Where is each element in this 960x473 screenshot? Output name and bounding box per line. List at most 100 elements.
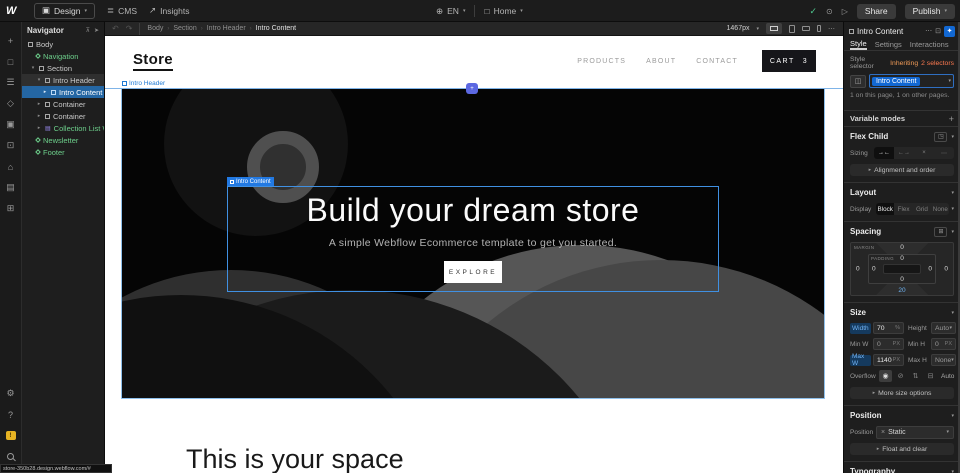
padding-bottom-value[interactable]: 0 bbox=[900, 276, 904, 283]
tree-item-collection-list[interactable]: ▸ ▤ Collection List Wra... bbox=[22, 122, 104, 134]
collapse-section-icon[interactable]: ▾ bbox=[951, 190, 954, 196]
margin-top-value[interactable]: 0 bbox=[900, 244, 904, 251]
tree-item-intro-header[interactable]: ▾ Intro Header bbox=[22, 74, 104, 86]
caret-right-icon[interactable]: ▸ bbox=[36, 113, 42, 119]
cms-button[interactable]: ≣ CMS bbox=[107, 5, 137, 16]
margin-right-value[interactable]: 0 bbox=[944, 266, 948, 273]
sizing-shrink-option[interactable]: →← bbox=[874, 147, 894, 159]
components-icon[interactable]: ◇ bbox=[0, 93, 21, 114]
selectors-count[interactable]: 2 selectors bbox=[921, 60, 954, 67]
min-height-input[interactable]: 0 PX bbox=[931, 338, 956, 350]
collapse-section-icon[interactable]: ▾ bbox=[951, 134, 954, 140]
explore-button[interactable]: EXPLORE bbox=[444, 261, 502, 283]
page-switcher[interactable]: □ Home ▾ bbox=[484, 6, 522, 16]
webflow-logo-icon[interactable]: W bbox=[6, 5, 22, 17]
collapse-section-icon[interactable]: ▾ bbox=[951, 310, 954, 316]
caret-down-icon[interactable]: ▾ bbox=[30, 65, 36, 71]
alignment-and-order-expander[interactable]: ▸ Alignment and order bbox=[850, 164, 954, 176]
caret-right-icon[interactable]: ▸ bbox=[36, 101, 42, 107]
intro-content-selected-element[interactable]: Build your dream store A simple Webflow … bbox=[227, 186, 719, 292]
more-options-icon[interactable]: ⋯ bbox=[925, 27, 932, 35]
intro-header-section[interactable]: Intro Content Build your dream store A s… bbox=[121, 89, 825, 399]
tree-item-body[interactable]: Body bbox=[22, 38, 104, 50]
padding-left-value[interactable]: 0 bbox=[872, 266, 876, 273]
share-button[interactable]: Share bbox=[857, 4, 896, 19]
add-element-icon[interactable]: + bbox=[0, 30, 21, 51]
nav-link-products[interactable]: PRODUCTS bbox=[577, 58, 626, 65]
flex-child-icon[interactable]: ◳ bbox=[934, 132, 947, 142]
nav-link-contact[interactable]: CONTACT bbox=[696, 58, 738, 65]
help-icon[interactable]: ? bbox=[0, 404, 21, 425]
style-panel-toggle-icon[interactable]: ◫ bbox=[850, 75, 866, 88]
tree-item-container-2[interactable]: ▸ Container bbox=[22, 110, 104, 122]
min-width-input[interactable]: 0 PX bbox=[873, 338, 904, 350]
variables-icon[interactable]: ⊡ bbox=[0, 135, 21, 156]
tab-settings[interactable]: Settings bbox=[875, 38, 902, 50]
publish-button[interactable]: Publish ▾ bbox=[905, 4, 955, 19]
breakpoint-tablet-button[interactable] bbox=[789, 23, 795, 34]
tree-item-footer[interactable]: Footer bbox=[22, 146, 104, 158]
max-width-input[interactable]: 1140 PX bbox=[873, 354, 904, 366]
redo-icon[interactable]: ↷ bbox=[126, 24, 133, 33]
ecommerce-icon[interactable]: ⌂ bbox=[0, 156, 21, 177]
apps-icon[interactable]: ⊞ bbox=[0, 198, 21, 219]
width-unit[interactable]: % bbox=[895, 325, 900, 331]
min-height-unit[interactable]: PX bbox=[945, 341, 952, 347]
breakpoint-portrait-button[interactable] bbox=[817, 23, 821, 34]
width-input[interactable]: 70 % bbox=[873, 322, 904, 334]
tree-item-navigation[interactable]: Navigation bbox=[22, 50, 104, 62]
padding-top-value[interactable]: 0 bbox=[900, 255, 904, 262]
sizing-grow-option[interactable]: ←→ bbox=[894, 147, 914, 159]
breadcrumb-intro-header[interactable]: Intro Header bbox=[207, 25, 246, 32]
preview-icon[interactable]: ▷ bbox=[842, 7, 848, 16]
position-select[interactable]: × Static ▾ bbox=[876, 426, 954, 439]
tree-item-container-1[interactable]: ▸ Container bbox=[22, 98, 104, 110]
more-size-options-expander[interactable]: ▸ More size options bbox=[850, 387, 954, 399]
overflow-clip-icon[interactable]: ⊟ bbox=[924, 370, 937, 382]
comments-icon[interactable]: ⊙ bbox=[826, 7, 833, 16]
display-block-option[interactable]: Block bbox=[876, 203, 894, 215]
breadcrumb-intro-content[interactable]: Intro Content bbox=[256, 25, 296, 32]
sizing-custom-option[interactable]: ⋯ bbox=[934, 147, 954, 159]
tree-item-intro-content-selected[interactable]: ▸ Intro Content bbox=[22, 86, 104, 98]
pages-icon[interactable]: □ bbox=[0, 51, 21, 72]
design-mode-button[interactable]: ▣ Design ▾ bbox=[34, 3, 95, 19]
max-height-input[interactable]: None ▾ bbox=[931, 354, 956, 366]
margin-bottom-value[interactable]: 20 bbox=[898, 287, 905, 294]
display-flex-option[interactable]: Flex bbox=[894, 203, 912, 215]
navigator-icon[interactable]: ☰ bbox=[0, 72, 21, 93]
breakpoint-landscape-button[interactable] bbox=[802, 23, 810, 34]
add-variable-mode-icon[interactable]: + bbox=[949, 114, 954, 124]
design-canvas[interactable]: Store PRODUCTS ABOUT CONTACT CART 3 Intr… bbox=[105, 36, 843, 473]
breakpoint-desktop-button[interactable] bbox=[766, 23, 782, 34]
breadcrumb-body[interactable]: Body bbox=[147, 25, 163, 32]
store-logo[interactable]: Store bbox=[133, 51, 173, 71]
class-chip[interactable]: Intro Content bbox=[872, 77, 920, 86]
pin-panel-icon[interactable]: ➤ bbox=[94, 27, 99, 34]
height-input[interactable]: Auto ▾ bbox=[931, 322, 956, 334]
sizing-none-option[interactable]: × bbox=[914, 147, 934, 159]
breadcrumb-section[interactable]: Section bbox=[173, 25, 196, 32]
more-breakpoints-icon[interactable]: ⋯ bbox=[828, 25, 835, 33]
canvas-width-value[interactable]: 1467px bbox=[727, 25, 750, 32]
class-selector-input[interactable]: Intro Content ▾ bbox=[869, 74, 954, 88]
chevron-down-icon[interactable]: ▾ bbox=[951, 206, 954, 212]
intro-header-tag[interactable]: Intro Header bbox=[122, 80, 165, 87]
caret-down-icon[interactable]: ▾ bbox=[36, 77, 42, 83]
min-width-unit[interactable]: PX bbox=[893, 341, 900, 347]
hero-heading[interactable]: Build your dream store bbox=[307, 192, 640, 229]
collapse-all-icon[interactable]: ⊼ bbox=[86, 27, 90, 34]
display-grid-option[interactable]: Grid bbox=[913, 203, 931, 215]
caret-right-icon[interactable]: ▸ bbox=[42, 89, 48, 95]
padding-right-value[interactable]: 0 bbox=[928, 266, 932, 273]
overflow-visible-icon[interactable]: ◉ bbox=[879, 370, 892, 382]
create-component-icon[interactable]: ⊡ bbox=[935, 27, 941, 35]
tab-style[interactable]: Style bbox=[850, 38, 867, 50]
locale-switcher[interactable]: ⊕ EN ▾ bbox=[436, 6, 465, 17]
upgrade-badge-icon[interactable]: ! bbox=[0, 425, 21, 446]
tab-interactions[interactable]: Interactions bbox=[910, 38, 949, 50]
nav-link-about[interactable]: ABOUT bbox=[646, 58, 676, 65]
margin-left-value[interactable]: 0 bbox=[856, 266, 860, 273]
overflow-auto-option[interactable]: Auto bbox=[941, 373, 954, 380]
variable-modes-row[interactable]: Variable modes + bbox=[844, 110, 960, 126]
